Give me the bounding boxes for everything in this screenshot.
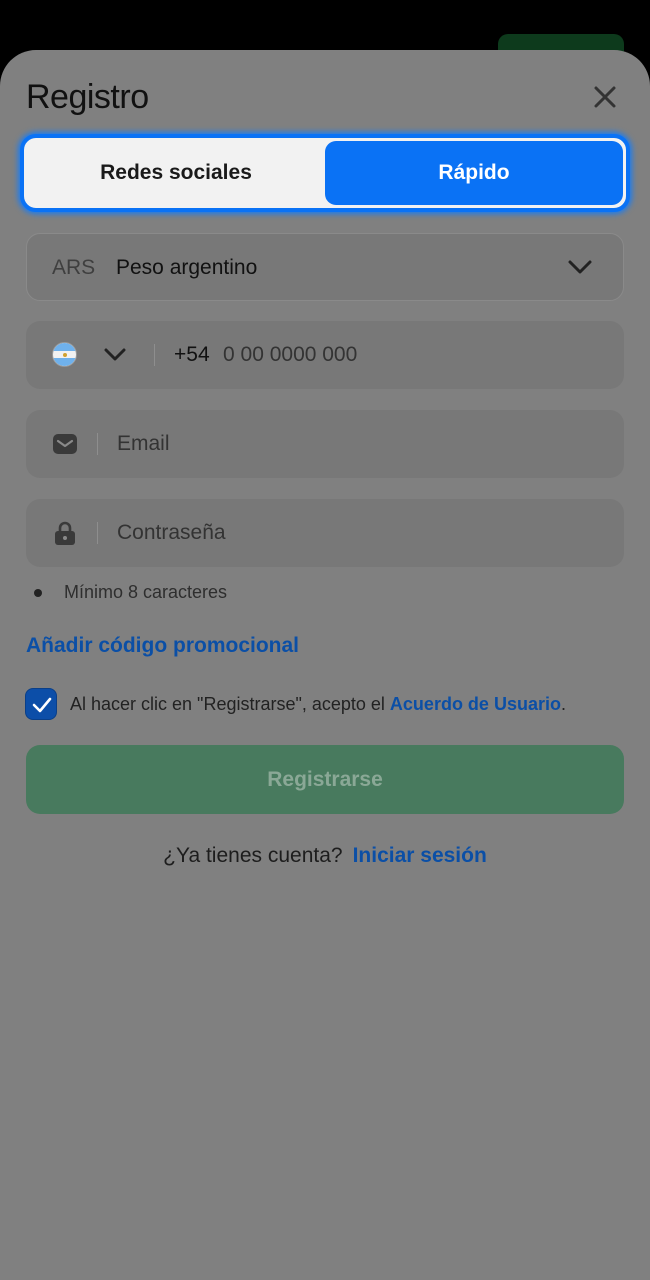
password-rule: Mínimo 8 caracteres bbox=[34, 582, 227, 603]
chevron-down-icon bbox=[568, 260, 592, 274]
divider bbox=[97, 433, 98, 455]
agreement-label: Al hacer clic en "Registrarse", acepto e… bbox=[70, 694, 390, 714]
close-icon[interactable] bbox=[590, 82, 620, 112]
login-link[interactable]: Iniciar sesión bbox=[353, 844, 487, 867]
login-question: ¿Ya tienes cuenta? bbox=[163, 844, 343, 867]
agreement-suffix: . bbox=[560, 694, 566, 714]
divider bbox=[154, 344, 155, 366]
password-field[interactable]: Contraseña bbox=[26, 499, 624, 567]
lock-icon bbox=[55, 521, 75, 545]
currency-select[interactable]: ARS Peso argentino bbox=[26, 233, 624, 301]
agreement-checkbox[interactable] bbox=[25, 688, 57, 720]
divider bbox=[97, 522, 98, 544]
envelope-icon bbox=[53, 434, 77, 454]
tab-social-networks[interactable]: Redes sociales bbox=[27, 141, 325, 205]
registration-type-tabs: Redes sociales Rápido bbox=[20, 134, 630, 212]
checkmark-icon bbox=[32, 697, 52, 713]
login-prompt: ¿Ya tienes cuenta? Iniciar sesión bbox=[0, 844, 650, 868]
email-field[interactable]: Email bbox=[26, 410, 624, 478]
user-agreement-link[interactable]: Acuerdo de Usuario bbox=[390, 694, 561, 714]
phone-field: +54 0 00 0000 000 bbox=[26, 321, 624, 389]
tab-quick[interactable]: Rápido bbox=[325, 141, 623, 205]
register-button[interactable]: Registrarse bbox=[26, 745, 624, 814]
country-chevron-down-icon[interactable] bbox=[104, 348, 126, 362]
argentina-flag-icon[interactable] bbox=[52, 342, 77, 367]
password-rule-text: Mínimo 8 caracteres bbox=[64, 582, 228, 602]
add-promo-code-link[interactable]: Añadir código promocional bbox=[26, 634, 299, 658]
phone-input[interactable]: 0 00 0000 000 bbox=[223, 343, 357, 367]
phone-prefix: +54 bbox=[174, 343, 210, 366]
modal-title: Registro bbox=[26, 78, 149, 116]
password-input[interactable]: Contraseña bbox=[117, 521, 226, 545]
email-input[interactable]: Email bbox=[117, 432, 170, 456]
registration-modal: Registro Redes sociales Rápido ARS Peso … bbox=[0, 50, 650, 1280]
agreement-text: Al hacer clic en "Registrarse", acepto e… bbox=[70, 694, 566, 715]
currency-name: Peso argentino bbox=[116, 256, 258, 279]
bullet-icon bbox=[34, 588, 42, 597]
currency-code: ARS bbox=[52, 256, 96, 279]
